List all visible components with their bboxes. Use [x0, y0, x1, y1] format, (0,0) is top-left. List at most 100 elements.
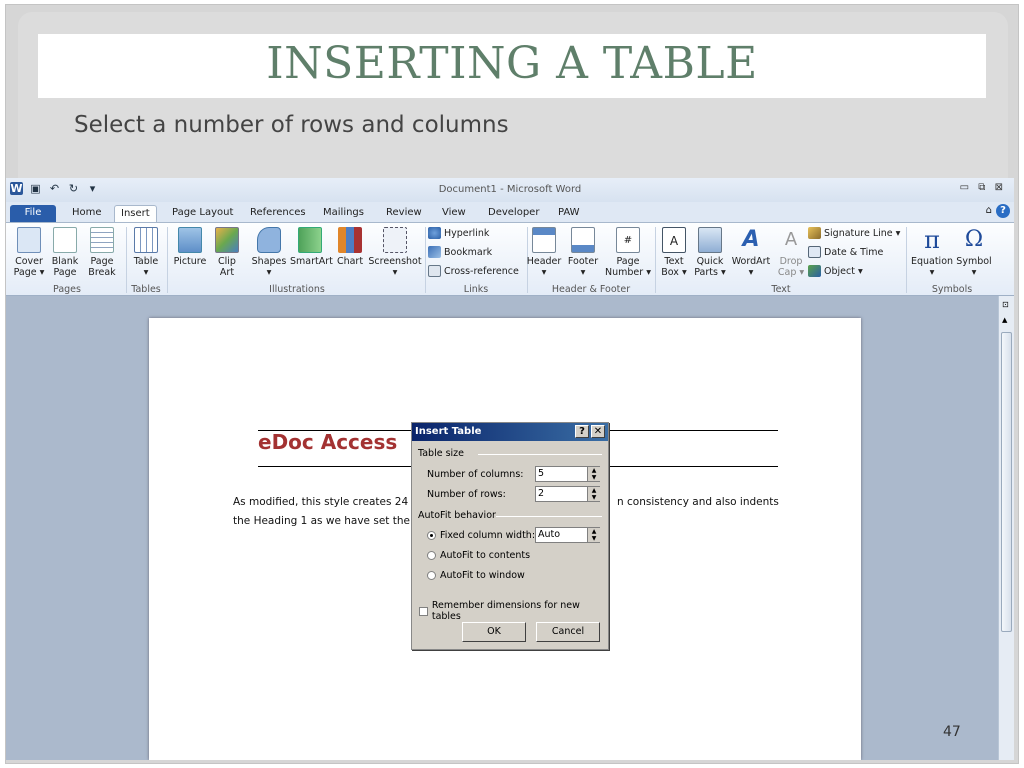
object-button[interactable]: Object ▾	[808, 265, 863, 277]
symbol-button[interactable]: Ω Symbol ▾	[956, 227, 992, 278]
header-icon	[532, 227, 556, 253]
fixed-width-input[interactable]: Auto ▲ ▼	[535, 527, 600, 543]
cross-reference-icon	[428, 265, 441, 277]
group-divider	[906, 227, 907, 293]
tab-developer[interactable]: Developer	[482, 205, 545, 222]
window-controls[interactable]: ▭ ⧉ ⊠	[960, 182, 1006, 193]
text-box-button[interactable]: A Text Box ▾	[658, 227, 690, 278]
omega-icon: Ω	[964, 227, 984, 252]
remember-dimensions-checkbox[interactable]: Remember dimensions for new tables	[419, 600, 608, 622]
drop-cap-button[interactable]: A Drop Cap ▾	[774, 227, 808, 278]
signature-line-icon	[808, 227, 821, 239]
columns-spinner[interactable]: ▲ ▼	[587, 467, 600, 481]
group-divider	[655, 227, 656, 293]
wordart-icon: A	[742, 227, 760, 252]
signature-line-button[interactable]: Signature Line ▾	[808, 227, 900, 239]
section-divider	[478, 454, 602, 455]
scrollbar-thumb[interactable]	[1001, 332, 1012, 632]
wordart-button[interactable]: A WordArt ▾	[730, 227, 772, 278]
insert-table-dialog: Insert Table ? ✕ Table size Number of co…	[411, 422, 609, 650]
fixed-width-spinner[interactable]: ▲ ▼	[587, 528, 600, 542]
page-break-icon	[90, 227, 114, 253]
vertical-scrollbar[interactable]: ⊡ ▲	[998, 296, 1014, 760]
cancel-button[interactable]: Cancel	[536, 622, 600, 642]
checkbox-icon	[419, 606, 428, 616]
scroll-up-icon[interactable]: ▲	[1002, 316, 1007, 324]
slide-subtitle: Select a number of rows and columns	[74, 112, 509, 138]
screenshot-icon	[383, 227, 407, 253]
pi-icon: π	[924, 226, 940, 254]
rows-input[interactable]: 2 ▲ ▼	[535, 486, 600, 502]
cover-page-button[interactable]: Cover Page ▾	[12, 227, 46, 278]
tab-view[interactable]: View	[436, 205, 472, 222]
tab-home[interactable]: Home	[66, 205, 108, 222]
dialog-title: Insert Table	[415, 426, 482, 437]
blank-page-button[interactable]: Blank Page	[48, 227, 82, 278]
autofit-window-radio[interactable]: AutoFit to window	[427, 570, 525, 581]
drop-cap-icon: A	[784, 229, 798, 250]
page-break-button[interactable]: Page Break	[84, 227, 120, 278]
group-label-links: Links	[463, 284, 489, 295]
date-time-icon	[808, 246, 821, 258]
picture-icon	[178, 227, 202, 253]
ok-button[interactable]: OK	[462, 622, 526, 642]
smartart-icon	[298, 227, 322, 253]
page-number-icon: #	[616, 227, 640, 253]
radio-selected-icon	[427, 531, 436, 540]
tab-page-layout[interactable]: Page Layout	[166, 205, 239, 222]
rows-label: Number of rows:	[427, 489, 506, 500]
fixed-width-radio[interactable]: Fixed column width:	[427, 530, 535, 541]
footer-button[interactable]: Footer ▾	[564, 227, 602, 278]
help-icon[interactable]: ?	[996, 204, 1010, 218]
cover-page-icon	[17, 227, 41, 253]
cross-reference-button[interactable]: Cross-reference	[428, 265, 519, 277]
document-heading: eDoc Access	[258, 430, 398, 454]
tab-file[interactable]: File	[10, 205, 56, 222]
autofit-contents-radio[interactable]: AutoFit to contents	[427, 550, 530, 561]
section-divider	[496, 516, 602, 517]
dialog-close-button[interactable]: ✕	[591, 425, 605, 438]
quick-parts-icon	[698, 227, 722, 253]
quick-parts-button[interactable]: Quick Parts ▾	[692, 227, 728, 278]
group-label-pages: Pages	[53, 284, 81, 295]
page-number-button[interactable]: # Page Number ▾	[604, 227, 652, 278]
smartart-button[interactable]: SmartArt	[290, 227, 333, 267]
chart-button[interactable]: Chart	[334, 227, 366, 267]
group-divider	[126, 227, 127, 293]
dialog-help-button[interactable]: ?	[575, 425, 589, 438]
header-button[interactable]: Header ▾	[526, 227, 562, 278]
hyperlink-icon	[428, 227, 441, 239]
tab-references[interactable]: References	[244, 205, 312, 222]
minimize-ribbon-icon[interactable]: ⌂	[986, 205, 992, 216]
columns-label: Number of columns:	[427, 469, 524, 480]
dialog-title-bar: Insert Table ? ✕	[412, 423, 608, 441]
footer-icon	[571, 227, 595, 253]
rows-spinner[interactable]: ▲ ▼	[587, 487, 600, 501]
bookmark-button[interactable]: Bookmark	[428, 246, 492, 258]
group-label-text: Text	[771, 284, 791, 295]
picture-button[interactable]: Picture	[172, 227, 208, 267]
shapes-button[interactable]: Shapes ▾	[250, 227, 288, 278]
table-icon	[134, 227, 158, 253]
text-box-icon: A	[662, 227, 686, 253]
document-title: Document1 - Microsoft Word	[438, 184, 582, 195]
clip-art-button[interactable]: Clip Art	[212, 227, 242, 278]
tab-insert[interactable]: Insert	[114, 205, 157, 222]
chart-icon	[338, 227, 362, 253]
section-autofit: AutoFit behavior	[418, 510, 496, 521]
screenshot-button[interactable]: Screenshot ▾	[368, 227, 422, 278]
tab-review[interactable]: Review	[380, 205, 428, 222]
equation-button[interactable]: π Equation ▾	[910, 227, 954, 278]
hyperlink-button[interactable]: Hyperlink	[428, 227, 489, 239]
columns-input[interactable]: 5 ▲ ▼	[535, 466, 600, 482]
slide-title: INSERTING A TABLE	[266, 38, 758, 89]
tab-mailings[interactable]: Mailings	[317, 205, 370, 222]
date-time-button[interactable]: Date & Time	[808, 246, 883, 258]
clip-art-icon	[215, 227, 239, 253]
ribbon-tabs: File Home Insert Page Layout References …	[6, 202, 1014, 222]
shapes-icon	[257, 227, 281, 253]
group-label-tables: Tables	[131, 284, 161, 295]
ruler-toggle-icon[interactable]: ⊡	[1002, 300, 1009, 309]
table-button[interactable]: Table ▾	[130, 227, 162, 278]
tab-paw[interactable]: PAW	[552, 205, 586, 222]
